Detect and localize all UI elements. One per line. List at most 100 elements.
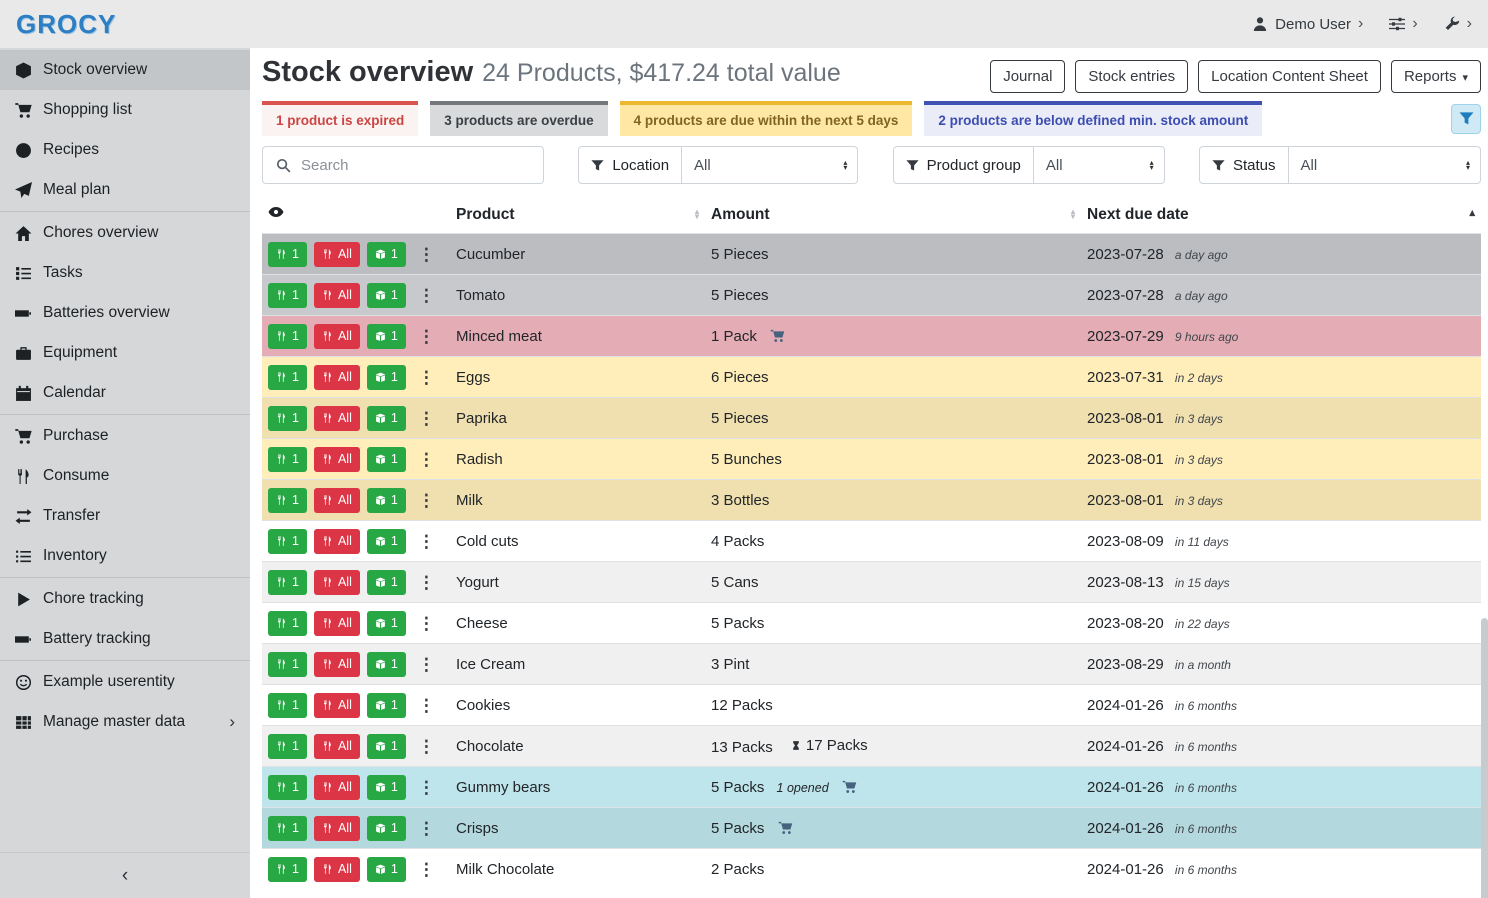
product-name[interactable]: Cucumber: [450, 234, 705, 275]
open-one-button[interactable]: 1: [367, 488, 406, 513]
row-menu-button[interactable]: ⋮: [413, 287, 440, 304]
row-menu-button[interactable]: ⋮: [413, 738, 440, 755]
location-select[interactable]: All ▴▾: [682, 147, 857, 183]
consume-one-button[interactable]: 1: [268, 488, 307, 513]
consume-all-button[interactable]: All: [314, 734, 360, 759]
row-menu-button[interactable]: ⋮: [413, 451, 440, 468]
consume-one-button[interactable]: 1: [268, 857, 307, 882]
open-one-button[interactable]: 1: [367, 324, 406, 349]
open-one-button[interactable]: 1: [367, 406, 406, 431]
open-one-button[interactable]: 1: [367, 242, 406, 267]
eye-icon[interactable]: [268, 204, 284, 220]
sidebar-item-stock-overview[interactable]: Stock overview: [0, 50, 250, 90]
sidebar-item-equipment[interactable]: Equipment: [0, 333, 250, 373]
reports-button[interactable]: Reports▾: [1391, 60, 1481, 93]
location-content-sheet-button[interactable]: Location Content Sheet: [1198, 60, 1381, 93]
banner-overdue[interactable]: 3 products are overdue: [430, 101, 607, 136]
product-name[interactable]: Radish: [450, 439, 705, 480]
open-one-button[interactable]: 1: [367, 570, 406, 595]
row-menu-button[interactable]: ⋮: [413, 410, 440, 427]
sidebar-item-purchase[interactable]: Purchase: [0, 416, 250, 456]
consume-one-button[interactable]: 1: [268, 447, 307, 472]
open-one-button[interactable]: 1: [367, 693, 406, 718]
admin-menu[interactable]: ›: [1444, 15, 1472, 33]
consume-all-button[interactable]: All: [314, 611, 360, 636]
open-one-button[interactable]: 1: [367, 529, 406, 554]
table-filter-toggle-button[interactable]: [1451, 104, 1481, 134]
consume-one-button[interactable]: 1: [268, 775, 307, 800]
consume-one-button[interactable]: 1: [268, 693, 307, 718]
product-name[interactable]: Cookies: [450, 685, 705, 726]
consume-one-button[interactable]: 1: [268, 611, 307, 636]
sidebar-item-consume[interactable]: Consume: [0, 456, 250, 496]
sidebar-item-chore-tracking[interactable]: Chore tracking: [0, 579, 250, 619]
product-name[interactable]: Chocolate: [450, 726, 705, 767]
row-menu-button[interactable]: ⋮: [413, 328, 440, 345]
sidebar-item-meal-plan[interactable]: Meal plan: [0, 170, 250, 210]
sidebar-item-chores-overview[interactable]: Chores overview: [0, 213, 250, 253]
consume-one-button[interactable]: 1: [268, 365, 307, 390]
product-name[interactable]: Milk: [450, 480, 705, 521]
sidebar-item-inventory[interactable]: Inventory: [0, 536, 250, 576]
consume-all-button[interactable]: All: [314, 693, 360, 718]
consume-all-button[interactable]: All: [314, 324, 360, 349]
consume-all-button[interactable]: All: [314, 488, 360, 513]
row-menu-button[interactable]: ⋮: [413, 615, 440, 632]
product-name[interactable]: Milk Chocolate: [450, 849, 705, 890]
consume-all-button[interactable]: All: [314, 816, 360, 841]
row-menu-button[interactable]: ⋮: [413, 820, 440, 837]
sidebar-item-calendar[interactable]: Calendar: [0, 373, 250, 413]
stock-entries-button[interactable]: Stock entries: [1075, 60, 1188, 93]
product-name[interactable]: Cold cuts: [450, 521, 705, 562]
product-name[interactable]: Crisps: [450, 808, 705, 849]
consume-one-button[interactable]: 1: [268, 652, 307, 677]
product-name[interactable]: Tomato: [450, 275, 705, 316]
consume-all-button[interactable]: All: [314, 857, 360, 882]
product-name[interactable]: Eggs: [450, 357, 705, 398]
sidebar-item-tasks[interactable]: Tasks: [0, 253, 250, 293]
product-group-select[interactable]: All ▴▾: [1034, 147, 1164, 183]
row-menu-button[interactable]: ⋮: [413, 861, 440, 878]
consume-one-button[interactable]: 1: [268, 324, 307, 349]
row-menu-button[interactable]: ⋮: [413, 369, 440, 386]
consume-all-button[interactable]: All: [314, 406, 360, 431]
consume-one-button[interactable]: 1: [268, 283, 307, 308]
row-menu-button[interactable]: ⋮: [413, 246, 440, 263]
consume-one-button[interactable]: 1: [268, 816, 307, 841]
sidebar-item-shopping-list[interactable]: Shopping list: [0, 90, 250, 130]
banner-expired[interactable]: 1 product is expired: [262, 101, 418, 136]
column-header-product[interactable]: Product ▴▾: [450, 196, 705, 234]
sidebar-collapse-button[interactable]: ‹: [0, 852, 250, 898]
open-one-button[interactable]: 1: [367, 611, 406, 636]
consume-all-button[interactable]: All: [314, 529, 360, 554]
row-menu-button[interactable]: ⋮: [413, 656, 440, 673]
open-one-button[interactable]: 1: [367, 447, 406, 472]
open-one-button[interactable]: 1: [367, 652, 406, 677]
sidebar-item-example-userentity[interactable]: Example userentity: [0, 662, 250, 702]
product-name[interactable]: Minced meat: [450, 316, 705, 357]
consume-all-button[interactable]: All: [314, 775, 360, 800]
open-one-button[interactable]: 1: [367, 365, 406, 390]
open-one-button[interactable]: 1: [367, 283, 406, 308]
row-menu-button[interactable]: ⋮: [413, 574, 440, 591]
search-input[interactable]: [301, 157, 543, 174]
consume-one-button[interactable]: 1: [268, 242, 307, 267]
app-logo[interactable]: GROCY: [16, 9, 116, 40]
consume-all-button[interactable]: All: [314, 652, 360, 677]
product-name[interactable]: Cheese: [450, 603, 705, 644]
column-header-amount[interactable]: Amount ▴▾: [705, 196, 1081, 234]
settings-menu[interactable]: ›: [1389, 15, 1417, 33]
consume-one-button[interactable]: 1: [268, 529, 307, 554]
open-one-button[interactable]: 1: [367, 775, 406, 800]
row-menu-button[interactable]: ⋮: [413, 492, 440, 509]
banner-duesoon[interactable]: 4 products are due within the next 5 day…: [620, 101, 913, 136]
consume-all-button[interactable]: All: [314, 570, 360, 595]
consume-all-button[interactable]: All: [314, 365, 360, 390]
row-menu-button[interactable]: ⋮: [413, 697, 440, 714]
sidebar-item-recipes[interactable]: Recipes: [0, 130, 250, 170]
product-name[interactable]: Gummy bears: [450, 767, 705, 808]
consume-all-button[interactable]: All: [314, 283, 360, 308]
sidebar-item-battery-tracking[interactable]: Battery tracking: [0, 619, 250, 659]
open-one-button[interactable]: 1: [367, 734, 406, 759]
row-menu-button[interactable]: ⋮: [413, 533, 440, 550]
